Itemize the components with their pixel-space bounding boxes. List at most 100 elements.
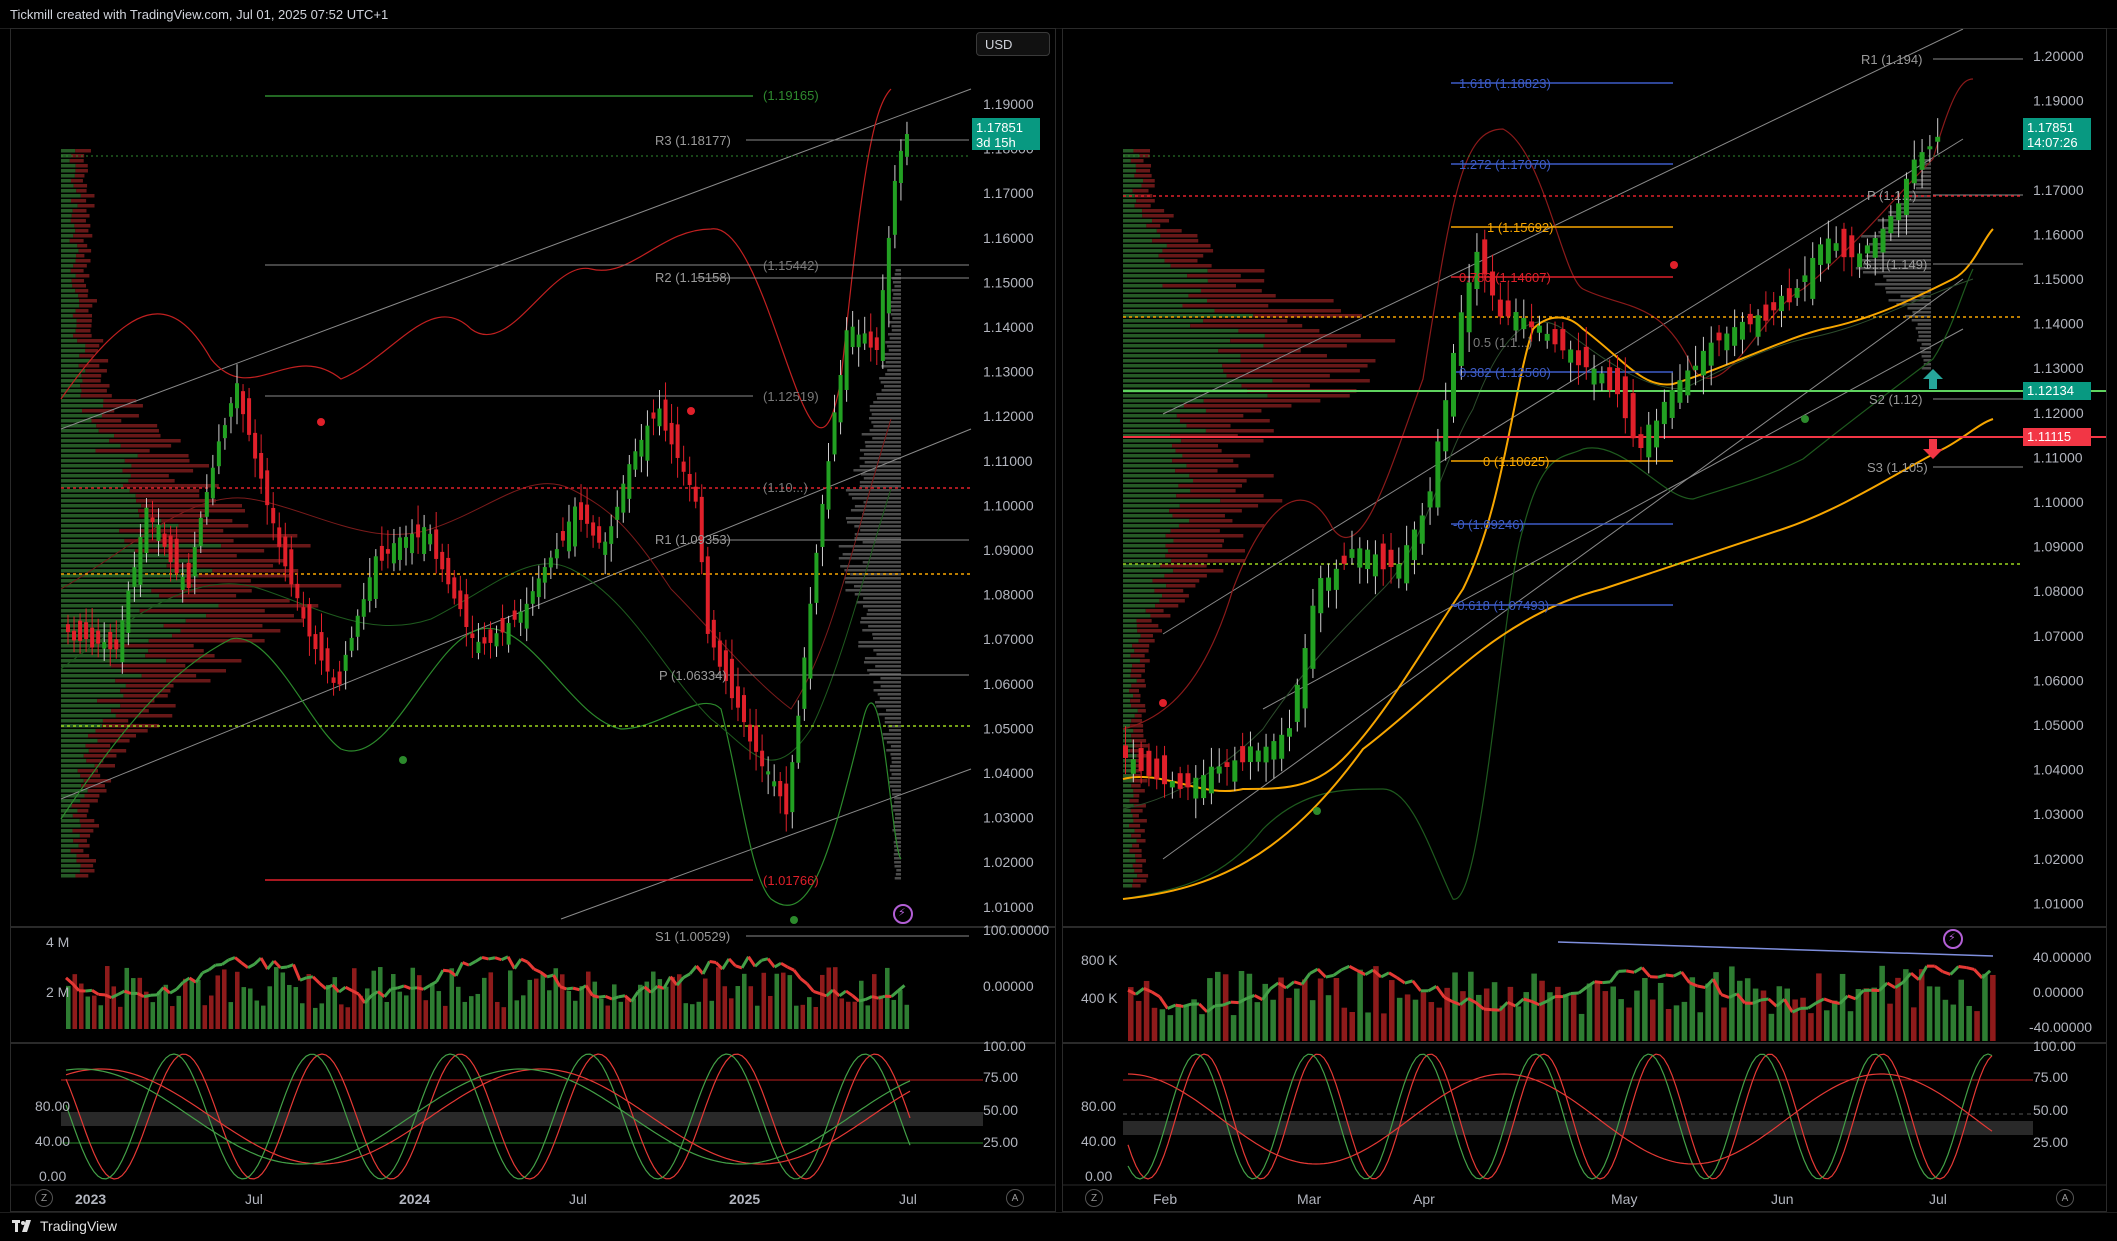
pivot-label-p: P (1.1...) — [1867, 188, 1917, 203]
candle-body — [1193, 778, 1198, 799]
vp-bar — [61, 314, 73, 318]
right-chart-svg[interactable]: 1.618 (1.18823) 1.272 (1.17070) 1 (1.156… — [1063, 29, 2107, 1212]
candle-body — [72, 631, 76, 641]
vp-bar — [1137, 629, 1162, 633]
a-button[interactable]: A — [2056, 1189, 2074, 1207]
momentum-line — [1397, 978, 1405, 983]
volume-bar — [1871, 988, 1877, 1041]
alert-icon[interactable] — [1943, 929, 1963, 949]
left-chart-panel[interactable]: (1.19165) R3 (1.18177) (1.15442) R2 (1.1… — [10, 28, 1056, 1212]
time-axis-label: Feb — [1153, 1191, 1177, 1207]
volume-bar — [138, 978, 143, 1029]
vp-bar — [1154, 589, 1183, 593]
price-axis-label: 1.02000 — [2033, 851, 2084, 867]
candle-body — [1888, 216, 1893, 233]
pivot-label-s2: S2 (1.12) — [1869, 392, 1922, 407]
momentum-line — [183, 978, 190, 982]
volume-bar — [697, 1002, 702, 1029]
alert-icon[interactable] — [893, 904, 913, 924]
volume-bar — [1650, 1000, 1656, 1041]
vp-bar — [61, 564, 167, 568]
vp-bar — [1141, 184, 1154, 188]
volume-bar — [599, 999, 604, 1029]
candle-body — [591, 522, 595, 535]
volume-bar — [183, 979, 188, 1029]
momentum-line — [398, 986, 405, 988]
volume-bar — [710, 1001, 715, 1029]
vp-bar — [860, 485, 901, 488]
momentum-line — [229, 957, 236, 960]
price-axis-label: 1.02000 — [983, 854, 1034, 870]
vp-bar — [1123, 499, 1220, 503]
vp-bar — [70, 159, 84, 163]
vp-bar — [61, 289, 75, 293]
candle-body — [839, 375, 843, 422]
candle-body — [670, 423, 674, 444]
price-axis[interactable]: 1.190001.180001.170001.160001.150001.140… — [983, 96, 1034, 915]
a-button[interactable]: A — [1006, 1189, 1024, 1207]
vp-bar — [61, 339, 77, 343]
volume-bar — [443, 1006, 448, 1029]
vp-bar — [1123, 599, 1159, 603]
vp-bar — [1131, 674, 1142, 678]
vp-bar — [74, 184, 87, 188]
vp-bar — [1123, 299, 1207, 303]
momentum-line — [170, 989, 177, 993]
vp-bar — [61, 349, 85, 353]
candle-body — [144, 508, 148, 553]
left-chart-svg[interactable]: (1.19165) R3 (1.18177) (1.15442) R2 (1.1… — [11, 29, 1056, 1212]
vp-bar — [1171, 559, 1245, 563]
candle-body — [1342, 556, 1347, 564]
currency-selector[interactable]: USD — [976, 32, 1050, 56]
vp-bar — [61, 729, 95, 733]
candle-body — [235, 383, 239, 408]
volume-bar — [1958, 980, 1964, 1041]
candle-body — [1607, 367, 1612, 390]
volume-bar — [1911, 1007, 1917, 1041]
vp-bar — [1136, 619, 1151, 623]
vp-bar — [1123, 414, 1177, 418]
fib-label-5: 0.5 (1.1...) — [1473, 335, 1532, 350]
volume-bar — [872, 974, 877, 1029]
volume-bar — [1832, 1001, 1838, 1041]
candle-body — [1896, 203, 1901, 220]
vp-bar — [82, 374, 102, 378]
candle-body — [1810, 258, 1815, 299]
vp-bar — [73, 314, 92, 318]
momentum-line — [1658, 975, 1666, 977]
vp-bar — [77, 244, 87, 248]
candle-body — [1740, 322, 1745, 340]
candle-body — [664, 400, 668, 431]
vp-bar — [1123, 509, 1169, 513]
momentum-line — [1160, 997, 1168, 1009]
volume-bar — [827, 967, 832, 1029]
momentum-line — [729, 959, 736, 966]
z-button[interactable]: Z — [35, 1189, 53, 1207]
vp-bar — [884, 385, 901, 388]
right-chart-panel[interactable]: 1.618 (1.18823) 1.272 (1.17070) 1 (1.156… — [1062, 28, 2107, 1212]
price-axis[interactable]: 1.200001.190001.180001.170001.160001.150… — [2033, 48, 2084, 911]
vp-bar — [1123, 164, 1136, 168]
vp-bar — [1123, 624, 1137, 628]
vp-bar — [1918, 331, 1931, 334]
volume-bar — [1974, 1011, 1980, 1041]
candle-body — [1428, 491, 1433, 507]
volume-bar — [1705, 984, 1711, 1041]
vp-bar — [1123, 379, 1273, 383]
vp-bar — [893, 809, 901, 812]
vp-bar — [61, 499, 136, 503]
momentum-line — [1429, 986, 1437, 990]
price-axis-label: 1.08000 — [2033, 583, 2084, 599]
z-button[interactable]: Z — [1085, 1189, 1103, 1207]
candle-body — [338, 672, 342, 685]
vp-bar — [1130, 849, 1142, 853]
vp-bar — [90, 359, 108, 363]
momentum-line — [502, 957, 509, 960]
osc2-axis-right: 25.00 — [983, 1134, 1018, 1150]
vp-bar — [61, 169, 75, 173]
vp-bar — [1123, 334, 1265, 338]
vp-bar — [1123, 579, 1153, 583]
vp-bar — [61, 514, 139, 518]
price-axis-label: 1.03000 — [983, 810, 1034, 826]
vp-bar — [1178, 484, 1242, 488]
